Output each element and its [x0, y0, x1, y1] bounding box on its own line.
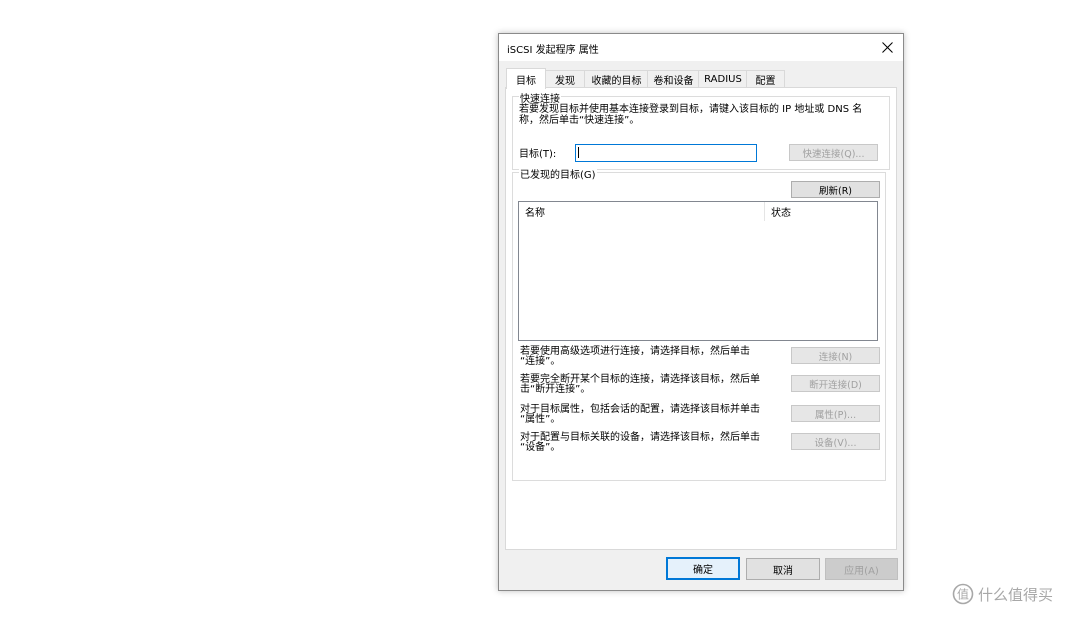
- target-input[interactable]: [575, 144, 757, 162]
- disconnect-button[interactable]: 断开连接(D): [791, 375, 880, 392]
- tab-volumes-devices[interactable]: 卷和设备: [647, 70, 700, 88]
- properties-button[interactable]: 属性(P)...: [791, 405, 880, 422]
- devices-hint-line2: “设备”。: [520, 442, 561, 453]
- disconnect-hint-line2: 击“断开连接”。: [520, 384, 591, 395]
- watermark: 值 什么值得买: [952, 583, 1053, 605]
- column-header-name[interactable]: 名称: [519, 202, 765, 221]
- tab-favorite-targets[interactable]: 收藏的目标: [584, 70, 649, 88]
- discovered-targets-group: 已发现的目标(G) 刷新(R) 名称 状态 若要使用高级选项进行连接，请选择目标…: [512, 166, 886, 481]
- dialog-title: iSCSI 发起程序 属性: [507, 45, 599, 56]
- connect-hint-line2: “连接”。: [520, 356, 561, 367]
- discovered-targets-legend: 已发现的目标(G): [519, 166, 597, 181]
- watermark-text: 什么值得买: [978, 585, 1054, 604]
- tab-radius[interactable]: RADIUS: [698, 70, 748, 88]
- quick-connect-description-line1: 若要发现目标并使用基本连接登录到目标，请键入该目标的 IP 地址或 DNS 名: [519, 104, 863, 115]
- svg-text:值: 值: [957, 587, 969, 602]
- refresh-button[interactable]: 刷新(R): [791, 181, 880, 198]
- quick-connect-button[interactable]: 快速连接(Q)...: [789, 144, 878, 161]
- target-label: 目标(T):: [519, 149, 557, 160]
- quick-connect-description-line2: 称，然后单击“快速连接”。: [519, 115, 640, 126]
- ok-button[interactable]: 确定: [666, 557, 740, 580]
- text-caret: [578, 147, 579, 158]
- iscsi-properties-dialog: iSCSI 发起程序 属性 目标 发现 收藏的目标 卷和设备 RADIUS 配置…: [498, 33, 904, 591]
- quick-connect-legend: 快速连接: [519, 90, 561, 105]
- devices-button[interactable]: 设备(V)...: [791, 433, 880, 450]
- tab-configuration[interactable]: 配置: [746, 70, 785, 88]
- tab-targets[interactable]: 目标: [506, 68, 546, 89]
- title-bar[interactable]: iSCSI 发起程序 属性: [499, 34, 903, 61]
- zhi-logo-icon: 值: [952, 583, 974, 605]
- apply-button[interactable]: 应用(A): [825, 558, 898, 580]
- cancel-button[interactable]: 取消: [746, 558, 820, 580]
- targets-list[interactable]: 名称 状态: [518, 201, 878, 341]
- connect-button[interactable]: 连接(N): [791, 347, 880, 364]
- quick-connect-group: 快速连接 若要发现目标并使用基本连接登录到目标，请键入该目标的 IP 地址或 D…: [512, 90, 890, 170]
- tab-discovery[interactable]: 发现: [544, 70, 586, 88]
- close-icon: [881, 41, 893, 53]
- targets-tab-page: 快速连接 若要发现目标并使用基本连接登录到目标，请键入该目标的 IP 地址或 D…: [505, 87, 897, 550]
- column-header-status[interactable]: 状态: [765, 202, 875, 221]
- properties-hint-line2: “属性”。: [520, 414, 561, 425]
- close-button[interactable]: [873, 35, 901, 59]
